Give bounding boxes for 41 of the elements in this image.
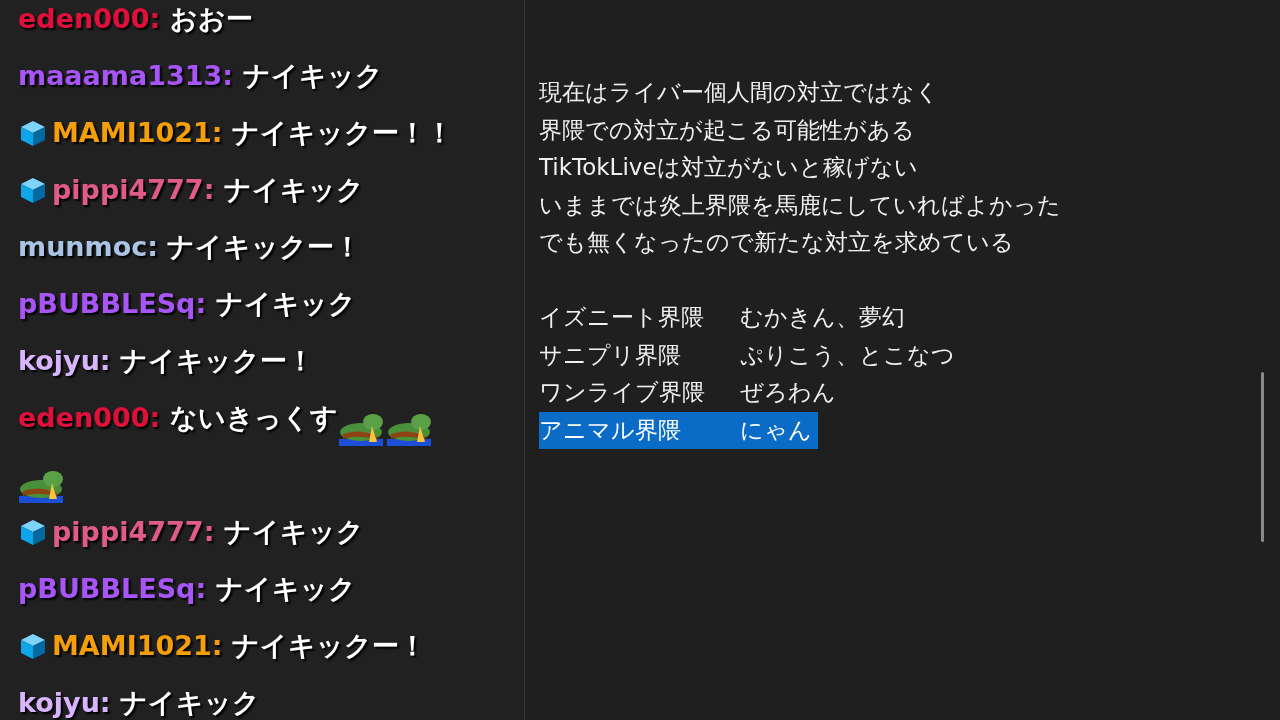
group-label: イズニート界隈 xyxy=(539,303,705,332)
frog-emote xyxy=(338,412,385,446)
note-line: でも無くなったので新たな対立を求めている xyxy=(539,228,1014,257)
frog-emote xyxy=(19,469,65,503)
group-members: むかきん、夢幻 xyxy=(740,303,906,332)
note-line: TikTokLiveは対立がないと稼げない xyxy=(539,153,918,182)
note-line: 界隈での対立が起こる可能性がある xyxy=(539,115,915,145)
group-members: ぷりこう、とこなつ xyxy=(740,340,956,370)
chat-username[interactable]: kojyu: xyxy=(18,345,111,376)
chat-message: ナイキック xyxy=(223,174,364,205)
chat-message: おおー xyxy=(169,3,253,34)
chat-username[interactable]: eden000: xyxy=(18,3,161,34)
chat-username[interactable]: pippi4777: xyxy=(52,174,215,205)
note-line: 現在はライバー個人間の対立ではなく xyxy=(539,78,939,107)
group-label: アニマル界隈 xyxy=(539,415,682,445)
frog-emote xyxy=(386,412,433,446)
chat-message: ナイキックー！ xyxy=(120,345,315,376)
chat-message: ナイキック xyxy=(120,687,261,718)
note-line: いままでは炎上界隈を馬鹿にしていればよかった xyxy=(539,190,1061,220)
chat-username[interactable]: eden000: xyxy=(18,402,161,433)
group-label: サニプリ界隈 xyxy=(539,340,682,370)
chat-username[interactable]: pippi4777: xyxy=(52,516,215,547)
chat-username[interactable]: MAMI1021: xyxy=(52,630,223,661)
group-members: にゃん xyxy=(740,415,813,445)
chat-message: ないきっくす xyxy=(169,402,338,433)
scrollbar[interactable] xyxy=(1261,372,1264,542)
chat-message: ナイキック xyxy=(242,60,383,91)
chat-username[interactable]: maaama1313: xyxy=(18,60,234,91)
chat-message: ナイキックー！ xyxy=(232,630,427,661)
group-label: ワンライブ界隈 xyxy=(539,378,706,407)
chat-message: ナイキックー！ xyxy=(167,231,362,262)
chat-message: ナイキック xyxy=(223,516,364,547)
chat-message: ナイキック xyxy=(215,573,356,604)
chat-username[interactable]: pBUBBLESq: xyxy=(18,573,207,604)
group-members: ぜろわん xyxy=(740,378,837,407)
chat-message: ナイキックー！！ xyxy=(232,117,454,148)
chat-username[interactable]: kojyu: xyxy=(18,687,111,718)
chat-username[interactable]: pBUBBLESq: xyxy=(18,288,207,319)
chat-username[interactable]: MAMI1021: xyxy=(52,117,223,148)
chat-message: ナイキック xyxy=(215,288,356,319)
chat-username[interactable]: munmoc: xyxy=(18,231,159,262)
